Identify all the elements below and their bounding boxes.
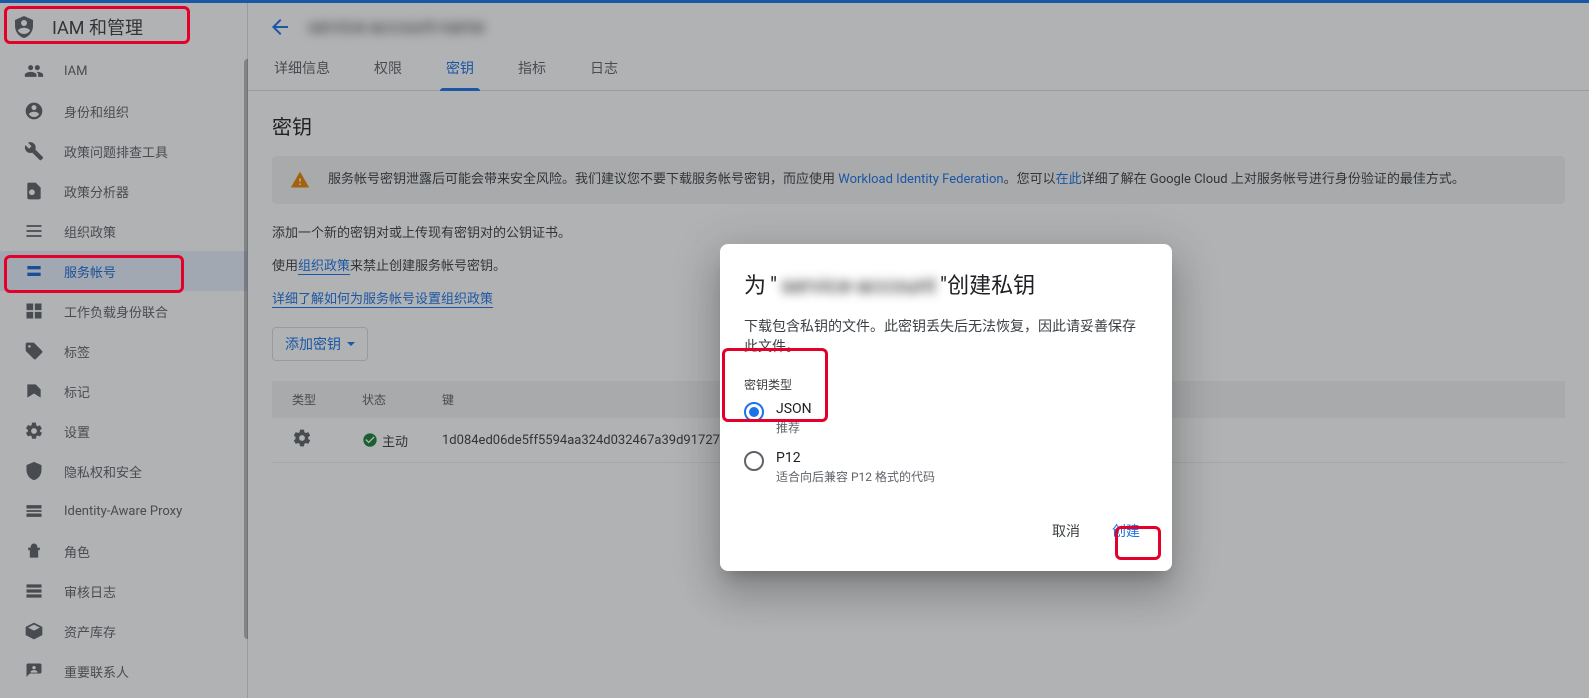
key-type-option-p12[interactable]: P12 适合向后兼容 P12 格式的代码: [744, 450, 1148, 485]
radio-main-label: JSON: [776, 401, 812, 417]
key-type-option-json[interactable]: JSON 推荐: [744, 401, 1148, 436]
radio-icon: [744, 402, 764, 422]
dialog-actions: 取消 创建: [744, 515, 1148, 547]
radio-icon: [744, 451, 764, 471]
dialog-description: 下载包含私钥的文件。此密钥丢失后无法恢复，因此请妥善保存此文件。: [744, 316, 1148, 356]
key-type-label: 密钥类型: [744, 376, 1148, 393]
radio-sub-label: 适合向后兼容 P12 格式的代码: [776, 468, 935, 485]
dialog-title-prefix: 为: [744, 268, 766, 300]
radio-sub-label: 推荐: [776, 419, 812, 436]
dialog-title-suffix: "创建私钥: [940, 268, 1035, 300]
dialog-title-account-name: service-account: [781, 274, 936, 299]
radio-main-label: P12: [776, 450, 935, 466]
cancel-button[interactable]: 取消: [1044, 515, 1088, 547]
dialog-title: 为 "service-account "创建私钥: [744, 268, 1148, 300]
create-button[interactable]: 创建: [1104, 515, 1148, 547]
create-key-dialog: 为 "service-account "创建私钥 下载包含私钥的文件。此密钥丢失…: [720, 244, 1172, 571]
